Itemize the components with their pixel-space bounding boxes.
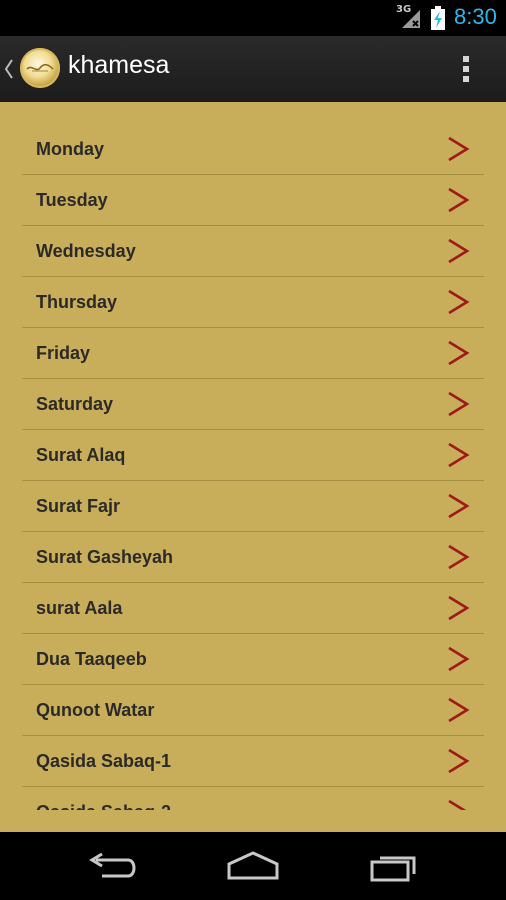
back-icon[interactable] — [82, 850, 142, 882]
chevron-right-icon — [448, 442, 470, 468]
chevron-right-icon — [448, 187, 470, 213]
list-item[interactable]: surat Aala — [22, 583, 484, 634]
chevron-right-icon — [448, 391, 470, 417]
list-item-label: Tuesday — [36, 190, 108, 210]
chevron-right-icon — [448, 799, 467, 810]
list-item[interactable]: Qasida Sabaq-2 — [22, 787, 484, 810]
list-item-label: Monday — [36, 139, 105, 159]
home-icon[interactable] — [223, 850, 283, 882]
list-item-label: Surat Gasheyah — [36, 547, 174, 567]
logo-calligraphy-icon — [26, 63, 54, 72]
chevron-right-icon — [448, 697, 470, 723]
list-item-label: surat Aala — [36, 598, 123, 618]
screen: 3G 8:30 khamesa Monday Tuesday Wednesday… — [0, 0, 506, 900]
app-logo[interactable] — [20, 48, 60, 88]
chevron-right-icon — [448, 340, 470, 366]
list-item-label: Saturday — [36, 394, 114, 414]
list-item-label: Dua Taaqeeb — [36, 649, 147, 669]
signal-icon — [402, 10, 420, 28]
list-item[interactable]: Friday — [22, 328, 484, 379]
clock: 8:30 — [454, 4, 497, 29]
list-item[interactable]: Qunoot Watar — [22, 685, 484, 736]
list-item-label: Qasida Sabaq-1 — [36, 751, 172, 771]
status-bar: 3G 8:30 — [0, 0, 506, 36]
content-area: Monday Tuesday Wednesday Thursday Friday Satu… — [0, 102, 506, 832]
chevron-right-icon — [448, 289, 470, 315]
list-item[interactable]: Monday — [22, 124, 484, 175]
list-item[interactable]: Tuesday — [22, 175, 484, 226]
list-item[interactable]: Surat Fajr — [22, 481, 484, 532]
navigation-bar — [0, 832, 506, 900]
list-item-label: Qasida Sabaq-2 — [36, 802, 171, 810]
list-item[interactable]: Qasida Sabaq-1 — [22, 736, 484, 787]
app-title: khamesa — [68, 51, 170, 79]
chevron-right-icon — [448, 238, 470, 264]
list-item[interactable]: Surat Gasheyah — [22, 532, 484, 583]
chevron-right-icon — [448, 595, 470, 621]
list-item[interactable]: Thursday — [22, 277, 484, 328]
list-item-label: Wednesday — [36, 241, 136, 261]
chevron-right-icon — [448, 544, 470, 570]
list-item-label: Qunoot Watar — [36, 700, 155, 720]
list-item[interactable]: Surat Alaq — [22, 430, 484, 481]
list-item-label: Friday — [36, 343, 91, 363]
chevron-right-icon — [448, 748, 470, 774]
chevron-right-icon — [448, 136, 470, 162]
overflow-menu-icon[interactable] — [460, 54, 472, 84]
list-item-label: Surat Alaq — [36, 445, 126, 465]
list-item[interactable]: Wednesday — [22, 226, 484, 277]
list-item-label: Surat Fajr — [36, 496, 121, 516]
list-item-label: Thursday — [36, 292, 118, 312]
chevron-right-icon — [448, 493, 470, 519]
list-item[interactable]: Saturday — [22, 379, 484, 430]
up-chevron-icon[interactable] — [4, 58, 14, 80]
recent-apps-icon[interactable] — [364, 850, 424, 882]
battery-charging-icon — [431, 6, 445, 30]
chevron-right-icon — [448, 646, 470, 672]
list-item[interactable]: Dua Taaqeeb — [22, 634, 484, 685]
item-list[interactable]: Monday Tuesday Wednesday Thursday Friday Satu… — [22, 124, 484, 810]
action-bar: khamesa — [0, 36, 506, 102]
